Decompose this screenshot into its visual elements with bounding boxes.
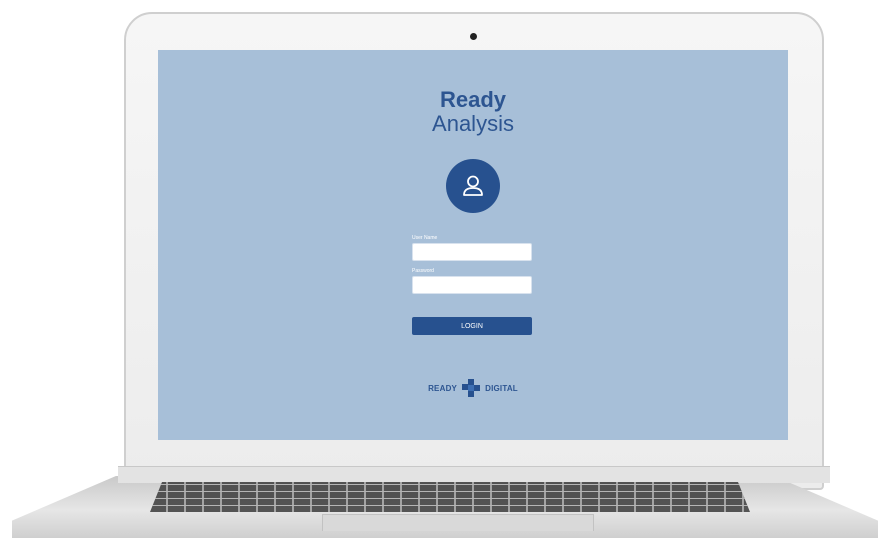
laptop-hinge [118, 466, 830, 483]
webcam [470, 33, 477, 40]
brand-title-line1: Ready [439, 87, 507, 112]
ready-digital-logo-icon [462, 379, 481, 397]
keyboard-rows [150, 482, 750, 512]
password-input[interactable] [412, 276, 532, 294]
user-icon [463, 175, 483, 196]
login-button[interactable]: LOGIN [412, 317, 532, 335]
user-avatar [446, 159, 500, 213]
logo-text-right: Digital [485, 383, 518, 393]
logo-text-left: Ready [428, 383, 458, 393]
username-label: User Name [412, 235, 438, 241]
brand-title-line2: Analysis [432, 111, 514, 136]
password-label: Password [412, 268, 434, 274]
trackpad [322, 514, 594, 531]
login-screen: Ready Analysis User Name Password LOGIN … [158, 50, 788, 440]
ready-digital-logo: Ready Digital [423, 376, 523, 400]
username-input[interactable] [412, 243, 532, 261]
